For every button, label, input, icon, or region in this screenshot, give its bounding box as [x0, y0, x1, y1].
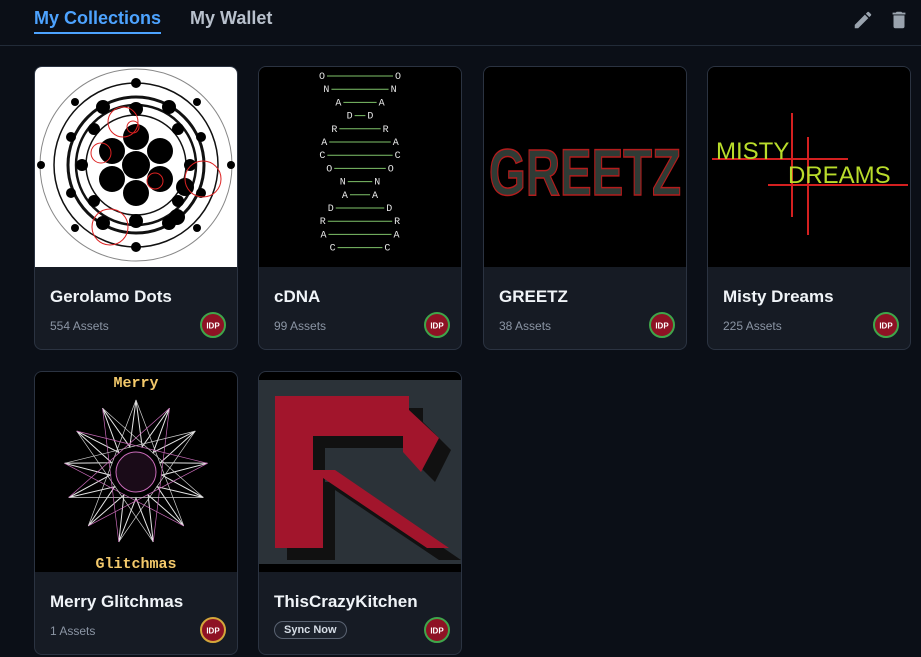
dna-base-label: A	[321, 138, 327, 149]
badge-label: IDP	[879, 322, 893, 331]
badge-label: IDP	[655, 322, 669, 331]
collection-card-greetz[interactable]: GREETZ GREETZ 38 Assets IDP	[483, 66, 687, 350]
dna-base-label: D	[328, 204, 334, 215]
sync-now-button[interactable]: Sync Now	[274, 621, 347, 639]
idp-badge-icon: IDP	[649, 312, 675, 338]
collection-thumbnail: OONNAADDRRAACCOONNAADDRRAACC	[259, 67, 461, 267]
dna-base-label: D	[367, 112, 373, 123]
collection-card-merry-glitchmas[interactable]: Merry Glitchmas Merry Glitchmas 1 Assets…	[34, 371, 238, 655]
idp-badge-icon: IDP	[200, 312, 226, 338]
collection-card-gerolamo-dots[interactable]: Gerolamo Dots 554 Assets IDP	[34, 66, 238, 350]
asset-count: 38 Assets	[499, 319, 552, 333]
collection-thumbnail	[35, 67, 237, 267]
dna-base-label: N	[323, 85, 329, 96]
dna-base-label: D	[386, 204, 392, 215]
badge-label: IDP	[206, 627, 220, 636]
collection-thumbnail: MISTY DREAMS	[708, 67, 910, 267]
art-text-bottom: Glitchmas	[95, 556, 176, 572]
dna-base-label: R	[383, 125, 389, 136]
dna-base-label: A	[335, 98, 341, 109]
top-bar: My Collections My Wallet	[0, 0, 921, 46]
dna-base-label: C	[319, 151, 325, 162]
dna-base-label: O	[395, 72, 401, 83]
idp-badge-icon: IDP	[873, 312, 899, 338]
collection-card-cdna[interactable]: OONNAADDRRAACCOONNAADDRRAACC cDNA 99 Ass…	[258, 66, 462, 350]
dna-base-label: O	[319, 72, 325, 83]
asset-count: 225 Assets	[723, 319, 782, 333]
collection-title: ThisCrazyKitchen	[274, 592, 418, 611]
asset-count: 554 Assets	[50, 319, 109, 333]
dna-base-label: C	[395, 151, 401, 162]
dna-base-label: R	[320, 217, 326, 228]
dna-base-label: C	[384, 244, 390, 255]
badge-label: IDP	[206, 322, 220, 331]
collection-title: cDNA	[274, 287, 321, 306]
asset-count: 1 Assets	[50, 624, 96, 638]
dna-base-label: N	[391, 85, 397, 96]
asset-count: 99 Assets	[274, 319, 327, 333]
dna-base-label: N	[340, 178, 346, 189]
badge-label: IDP	[430, 322, 444, 331]
dna-base-label: A	[320, 230, 326, 241]
dna-base-label: A	[372, 191, 378, 202]
collection-title: Merry Glitchmas	[50, 592, 184, 611]
dna-base-label: O	[326, 164, 332, 175]
dna-base-label: A	[393, 230, 399, 241]
trash-icon[interactable]	[888, 9, 910, 31]
dna-base-label: C	[330, 244, 336, 255]
tab-my-wallet[interactable]: My Wallet	[190, 8, 272, 29]
pencil-icon[interactable]	[852, 9, 874, 31]
collection-thumbnail: Merry Glitchmas	[35, 372, 237, 572]
collection-title: GREETZ	[499, 287, 568, 306]
dna-base-label: R	[394, 217, 400, 228]
dna-base-label: A	[342, 191, 348, 202]
collection-thumbnail: GREETZ	[484, 67, 686, 267]
idp-badge-icon: IDP	[424, 312, 450, 338]
dna-base-label: A	[379, 98, 385, 109]
dna-base-label: R	[331, 125, 337, 136]
art-text-top: Merry	[113, 375, 158, 392]
idp-badge-icon: IDP	[200, 617, 226, 643]
art-text: GREETZ	[489, 135, 681, 209]
dna-base-label: N	[374, 178, 380, 189]
tab-my-collections[interactable]: My Collections	[34, 8, 162, 34]
art-text-line2: DREAMS	[788, 162, 891, 189]
collection-thumbnail	[259, 372, 461, 572]
collection-card-misty-dreams[interactable]: MISTY DREAMS Misty Dreams 225 Assets IDP	[707, 66, 911, 350]
dna-base-label: O	[388, 164, 394, 175]
collection-card-thiscrazykitchen[interactable]: ThisCrazyKitchen Sync Now IDP	[258, 371, 462, 655]
idp-badge-icon: IDP	[424, 617, 450, 643]
art-text-line1: MISTY	[716, 138, 789, 165]
collection-title: Misty Dreams	[723, 287, 834, 306]
collection-title: Gerolamo Dots	[50, 287, 172, 306]
dna-base-label: A	[393, 138, 399, 149]
badge-label: IDP	[430, 627, 444, 636]
dna-base-label: D	[347, 112, 353, 123]
